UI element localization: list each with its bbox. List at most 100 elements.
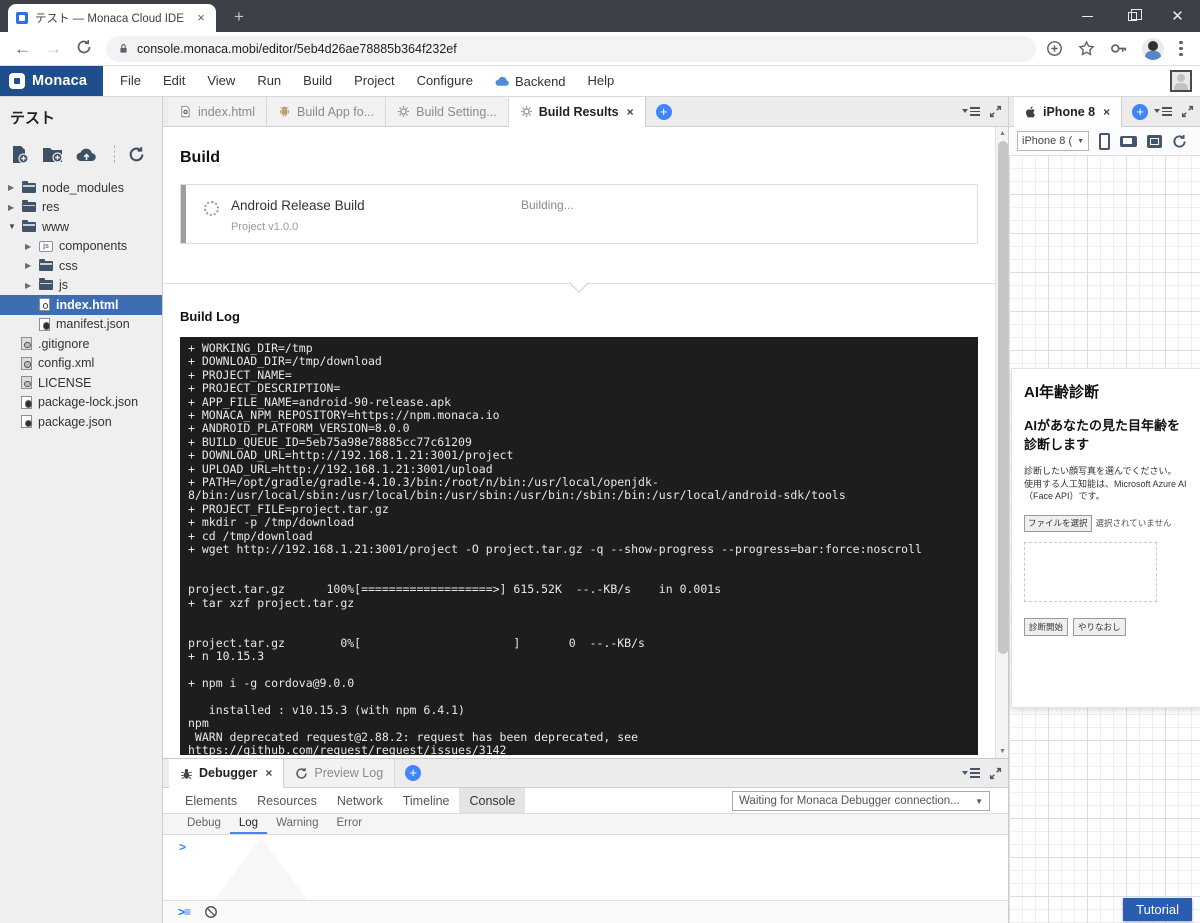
chevron-collapsed-icon[interactable]	[8, 203, 22, 212]
browser-menu-icon[interactable]	[1179, 40, 1183, 57]
tree-item-config-xml[interactable]: config.xml	[0, 354, 162, 374]
new-tab-button[interactable]	[226, 6, 252, 28]
clear-console-icon[interactable]	[204, 905, 218, 919]
account-avatar[interactable]	[1170, 70, 1192, 92]
landscape-icon[interactable]	[1120, 135, 1137, 147]
console-input-icon[interactable]	[178, 905, 190, 919]
chevron-collapsed-icon[interactable]	[25, 261, 39, 270]
tree-item-css[interactable]: css	[0, 256, 162, 276]
menu-backend[interactable]: Backend	[484, 66, 577, 96]
menu-run[interactable]: Run	[246, 66, 292, 96]
add-panel-button[interactable]	[405, 765, 422, 781]
monaca-brand-name: Monaca	[32, 73, 88, 89]
close-icon[interactable]	[194, 11, 208, 25]
tree-item-package-json[interactable]: package.json	[0, 412, 162, 432]
expand-icon[interactable]	[989, 767, 1002, 780]
tree-item-index-html[interactable]: index.html	[0, 295, 162, 315]
portrait-icon[interactable]	[1099, 132, 1110, 150]
device-select[interactable]: iPhone 8 (	[1017, 131, 1089, 151]
tutorial-button[interactable]: Tutorial	[1123, 898, 1192, 921]
add-tab-button[interactable]	[655, 103, 672, 120]
expand-icon[interactable]	[1181, 105, 1194, 118]
devtools-tab-timeline[interactable]: Timeline	[393, 788, 460, 813]
refresh-project-icon[interactable]	[128, 146, 145, 163]
build-log[interactable]: + WORKING_DIR=/tmp + DOWNLOAD_DIR=/tmp/d…	[180, 337, 978, 755]
tree-item-gitignore[interactable]: .gitignore	[0, 334, 162, 354]
chevron-collapsed-icon[interactable]	[8, 183, 22, 192]
bookmark-star-icon[interactable]	[1078, 40, 1095, 57]
editor-tab-index-html[interactable]: index.html	[168, 97, 267, 126]
tree-item-license[interactable]: LICENSE	[0, 373, 162, 393]
image-placeholder-box[interactable]	[1024, 541, 1157, 602]
reload-button[interactable]	[76, 39, 92, 58]
chevron-collapsed-icon[interactable]	[25, 242, 39, 251]
close-window-button[interactable]	[1155, 0, 1200, 32]
tree-item-manifest-json[interactable]: manifest.json	[0, 315, 162, 335]
close-icon[interactable]	[627, 105, 634, 119]
new-folder-icon[interactable]	[42, 145, 63, 163]
devtools-tab-network[interactable]: Network	[327, 788, 393, 813]
tree-item-res[interactable]: res	[0, 198, 162, 218]
console-filter-error[interactable]: Error	[327, 814, 371, 834]
editor-tab-build-app-fo[interactable]: Build App fo...	[266, 97, 387, 126]
devtools-tab-elements[interactable]: Elements	[175, 788, 247, 813]
tree-item-js[interactable]: js	[0, 276, 162, 296]
console-filter-log[interactable]: Log	[229, 814, 268, 834]
chevron-expanded-icon[interactable]	[8, 222, 22, 231]
debugger-connection-select[interactable]: Waiting for Monaca Debugger connection..…	[732, 791, 990, 811]
profile-avatar[interactable]	[1142, 37, 1164, 60]
tab-label: index.html	[198, 104, 255, 119]
console-filter-warning[interactable]: Warning	[267, 814, 327, 834]
tree-item-package-lock-json[interactable]: package-lock.json	[0, 393, 162, 413]
panel-tab-debugger[interactable]: Debugger	[169, 759, 285, 788]
editor-tab-build-setting[interactable]: Build Setting...	[386, 97, 509, 126]
minimize-button[interactable]	[1065, 0, 1110, 32]
editor-scrollbar[interactable]	[995, 127, 1008, 758]
chevron-collapsed-icon[interactable]	[25, 281, 39, 290]
back-button[interactable]	[14, 39, 31, 59]
tree-item-node-modules[interactable]: node_modules	[0, 178, 162, 198]
menu-configure[interactable]: Configure	[406, 66, 484, 96]
cloud-upload-icon[interactable]	[76, 146, 97, 162]
menu-view[interactable]: View	[196, 66, 246, 96]
close-icon[interactable]	[1103, 105, 1110, 119]
screenshot-icon[interactable]	[1147, 134, 1162, 148]
devtools-tab-console[interactable]: Console	[459, 788, 526, 813]
editor-tab-build-results[interactable]: Build Results	[508, 97, 646, 127]
tree-item-www[interactable]: www	[0, 217, 162, 237]
menu-file[interactable]: File	[109, 66, 152, 96]
devtools-tab-resources[interactable]: Resources	[247, 788, 327, 813]
console-output[interactable]	[163, 835, 1008, 900]
new-file-icon[interactable]	[10, 145, 29, 164]
key-icon[interactable]	[1110, 40, 1127, 57]
scroll-up-icon[interactable]	[996, 127, 1008, 140]
redo-button[interactable]: やりなおし	[1073, 617, 1126, 636]
console-filter-debug[interactable]: Debug	[178, 814, 230, 834]
menu-build[interactable]: Build	[292, 66, 343, 96]
monaca-logo[interactable]: Monaca	[0, 66, 103, 96]
tree-item-label: js	[59, 278, 69, 293]
start-diagnosis-button[interactable]: 診断開始	[1024, 617, 1069, 636]
tab-menu-icon[interactable]	[962, 106, 980, 117]
build-job-card[interactable]: Android Release Build Project v1.0.0 Bui…	[180, 184, 978, 244]
refresh-preview-icon[interactable]	[1172, 134, 1187, 149]
expand-icon[interactable]	[989, 105, 1002, 118]
menu-edit[interactable]: Edit	[152, 66, 196, 96]
zoom-plus-icon[interactable]	[1046, 40, 1063, 57]
url-bar[interactable]: console.monaca.mobi/editor/5eb4d26ae7888…	[106, 35, 1036, 62]
close-icon[interactable]	[265, 766, 272, 780]
tree-item-components[interactable]: components	[0, 237, 162, 257]
preview-tab-iphone-8[interactable]: iPhone 8	[1014, 97, 1123, 127]
scroll-down-icon[interactable]	[996, 745, 1008, 758]
browser-tab[interactable]: テスト — Monaca Cloud IDE	[8, 4, 216, 32]
scrollbar-thumb[interactable]	[997, 141, 1008, 654]
panel-tab-preview-log[interactable]: Preview Log	[284, 759, 396, 787]
panel-menu-icon[interactable]	[962, 768, 980, 778]
restore-button[interactable]	[1110, 0, 1155, 32]
menu-project[interactable]: Project	[343, 66, 405, 96]
menu-help[interactable]: Help	[577, 66, 626, 96]
forward-button[interactable]	[45, 39, 62, 59]
file-select-button[interactable]: ファイルを選択	[1024, 514, 1092, 532]
add-preview-button[interactable]	[1132, 103, 1149, 120]
preview-menu-icon[interactable]	[1154, 106, 1172, 117]
